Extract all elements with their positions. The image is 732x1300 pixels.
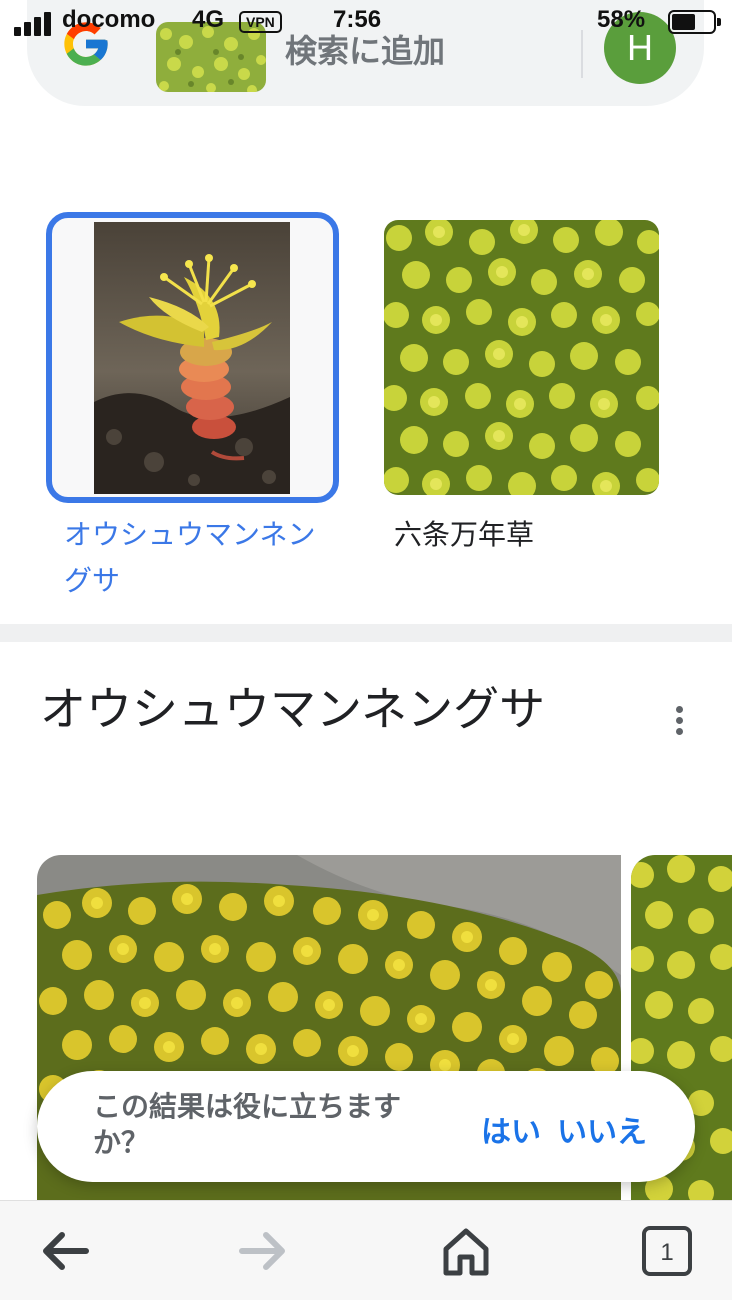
clock: 7:56 (333, 6, 382, 33)
carrier-name: docomo (62, 6, 156, 33)
feedback-question: この結果は役に立ちますか？ (93, 1090, 402, 1159)
vpn-badge: VPN (239, 11, 282, 33)
home-icon[interactable] (438, 1225, 494, 1277)
feedback-no-button[interactable]: いいえ (557, 1107, 647, 1151)
battery-icon (668, 10, 721, 34)
section-divider (0, 624, 732, 642)
back-arrow-icon[interactable] (36, 1225, 92, 1277)
tab-count: 1 (660, 1239, 673, 1266)
knowledge-panel-title: オウシュウマンネングサ (40, 682, 546, 736)
feedback-yes-button[interactable]: はい (481, 1107, 541, 1151)
result-label-selected[interactable]: オウシュウマンネングサ (64, 512, 324, 604)
battery-percent: 58% (597, 6, 646, 33)
tabs-icon[interactable]: 1 (640, 1225, 696, 1277)
forward-arrow-icon[interactable] (236, 1225, 292, 1277)
bottom-toolbar: 1 (0, 1200, 732, 1300)
signal-strength-icon (14, 10, 54, 36)
feedback-prompt: この結果は役に立ちますか？ はい いいえ (37, 1071, 695, 1182)
result-label[interactable]: 六条万年草 (394, 512, 534, 558)
plant-photo (94, 222, 290, 494)
status-bar: docomo 4G VPN 7:56 58% (0, 0, 732, 44)
network-type: 4G (192, 6, 225, 33)
result-card-selected[interactable] (46, 212, 339, 503)
result-card[interactable] (384, 220, 659, 495)
more-options-icon[interactable] (664, 700, 694, 740)
